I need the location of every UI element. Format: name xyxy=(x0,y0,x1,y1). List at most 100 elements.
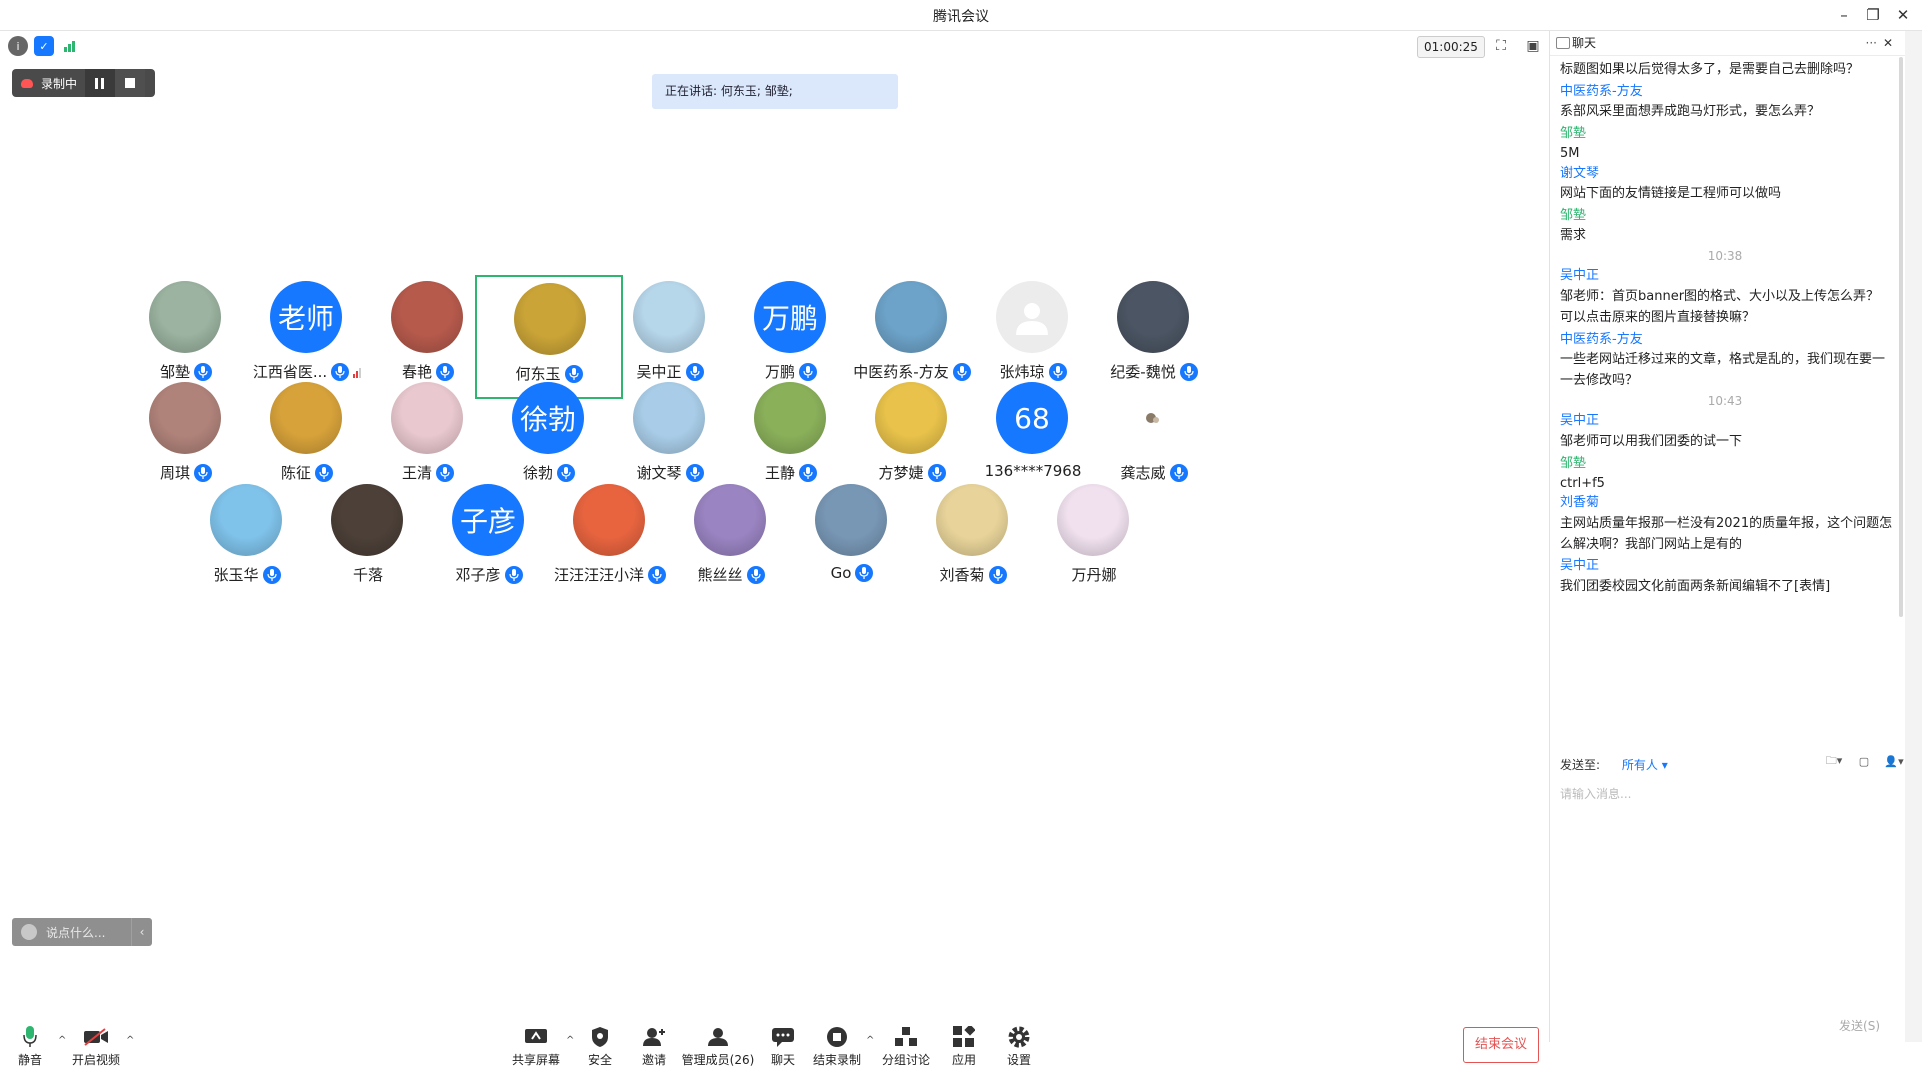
mic-icon xyxy=(504,565,523,584)
chat-sender-name: 邹墊 xyxy=(1560,126,1587,141)
meeting-info-bar: i ✓ xyxy=(8,36,80,58)
chat-input[interactable]: 请输入消息... xyxy=(1560,785,1631,802)
chat-sender-name: 邹墊 xyxy=(1560,208,1587,223)
chat-button[interactable]: 聊天 xyxy=(753,1025,813,1068)
mute-label: 静音 xyxy=(17,1053,42,1067)
participant-name: 邓子彦 xyxy=(455,566,501,584)
file-icon[interactable]: 🗀▾ xyxy=(1823,753,1845,769)
screenshot-icon[interactable]: ▢ xyxy=(1853,753,1875,769)
share-screen-label: 共享屏幕 xyxy=(511,1053,560,1067)
avatar: 子彦 xyxy=(452,484,524,556)
meeting-toolbar: 静音 ^ 开启视频 ^ 共享屏幕 ^ 安全 邀请 管理成员(26) 聊天 结束录… xyxy=(0,1007,1548,1073)
chat-message-text: 网站下面的友情链接是工程师可以做吗 xyxy=(1560,186,1782,201)
settings-label: 设置 xyxy=(1006,1053,1031,1067)
start-video-label: 开启视频 xyxy=(71,1053,120,1067)
avatar xyxy=(996,281,1068,353)
fullscreen-icon[interactable]: ⛶ xyxy=(1490,36,1512,56)
share-screen-button[interactable]: 共享屏幕 xyxy=(506,1025,566,1068)
breakout-rooms-button[interactable]: 分组讨论 xyxy=(876,1025,936,1068)
mic-icon xyxy=(988,565,1007,584)
close-button[interactable]: ✕ xyxy=(1891,4,1915,26)
stop-recording-button[interactable] xyxy=(115,69,146,97)
collapse-arrow-icon[interactable]: ‹ xyxy=(131,918,152,946)
video-options-caret[interactable]: ^ xyxy=(126,1035,134,1046)
avatar: 老师 xyxy=(270,281,342,353)
stop-recording-toolbar-button[interactable]: 结束录制 xyxy=(807,1025,867,1068)
window-title: 腾讯会议 xyxy=(933,9,989,25)
send-button[interactable]: 发送(S) xyxy=(1839,1017,1880,1034)
avatar xyxy=(149,382,221,454)
participant-name-row: 万丹娜 xyxy=(1020,564,1168,585)
avatar xyxy=(391,382,463,454)
quick-chat-placeholder: 说点什么... xyxy=(46,925,106,940)
stop-recording-label: 结束录制 xyxy=(812,1053,861,1067)
avatar xyxy=(391,281,463,353)
quick-chat-box[interactable]: 说点什么... ‹ xyxy=(12,918,152,946)
chat-header: 聊天 ··· ✕ xyxy=(1550,31,1922,1042)
send-to-row: 发送至: 所有人 ▾ xyxy=(1560,756,1668,773)
avatar xyxy=(875,382,947,454)
info-icon[interactable]: i xyxy=(8,36,28,56)
layout-toggle-icon[interactable]: ▣ xyxy=(1522,36,1544,56)
security-button[interactable]: 安全 xyxy=(570,1025,630,1068)
send-to-selector[interactable]: 所有人 ▾ xyxy=(1622,758,1668,772)
mute-button[interactable]: 静音 xyxy=(0,1025,60,1068)
mic-icon xyxy=(855,564,874,582)
avatar xyxy=(633,382,705,454)
avatar xyxy=(754,382,826,454)
participant-name: Go xyxy=(830,564,852,582)
breakout-rooms-label: 分组讨论 xyxy=(881,1053,930,1067)
network-signal-icon[interactable] xyxy=(60,36,80,56)
participant-name: 万丹娜 xyxy=(1071,566,1117,584)
avatar xyxy=(1117,382,1189,454)
active-speaker-banner: 正在讲话: 何东玉; 邹墊; xyxy=(652,74,898,109)
avatar xyxy=(210,484,282,556)
chat-message-text: 一去修改吗？ xyxy=(1560,373,1639,388)
avatar xyxy=(573,484,645,556)
chat-panel: 聊天 ··· ✕ 标题图如果以后觉得太多了，是需要自己去删除吗？ 中医药系-方友系… xyxy=(1549,31,1922,1042)
chat-message-text: 系部风采里面想弄成跑马灯形式，要怎么弄？ xyxy=(1560,104,1821,119)
chat-tools: 🗀▾ ▢ 👤▾ xyxy=(1823,753,1905,769)
chat-message-text: 邹老师可以用我们团委的试一下 xyxy=(1560,434,1743,449)
participant-tile[interactable]: 万丹娜 xyxy=(1020,478,1168,602)
chat-label: 聊天 xyxy=(770,1053,795,1067)
apps-button[interactable]: 应用 xyxy=(934,1025,994,1068)
meeting-stage: i ✓ 01:00:25 ⛶ ▣ 录制中 正在讲话: 何东玉; 邹墊; 邹墊 老师… xyxy=(0,31,1548,1067)
avatar xyxy=(331,484,403,556)
end-meeting-button[interactable]: 结束会议 xyxy=(1463,1027,1539,1063)
mention-user-icon[interactable]: 👤▾ xyxy=(1883,753,1905,769)
manage-members-button[interactable]: 管理成员(26) xyxy=(680,1025,756,1068)
side-panel-strip[interactable] xyxy=(1905,31,1922,1042)
mic-icon xyxy=(746,565,765,584)
recording-label: 录制中 xyxy=(41,76,78,91)
chat-timestamp: 10:43 xyxy=(1707,394,1743,408)
restore-button[interactable]: ❐ xyxy=(1861,4,1885,26)
settings-button[interactable]: 设置 xyxy=(989,1025,1049,1068)
shield-icon[interactable]: ✓ xyxy=(34,36,54,56)
security-label: 安全 xyxy=(587,1053,612,1067)
record-options-caret[interactable]: ^ xyxy=(866,1035,874,1046)
avatar: 万鹏 xyxy=(754,281,826,353)
apps-label: 应用 xyxy=(951,1053,976,1067)
chat-sender-name: 谢文琴 xyxy=(1560,166,1600,181)
minimize-button[interactable]: – xyxy=(1832,4,1856,26)
chat-scrollbar[interactable] xyxy=(1899,57,1903,617)
invite-button[interactable]: 邀请 xyxy=(624,1025,684,1068)
chat-sender-name: 吴中正 xyxy=(1560,268,1600,283)
more-options-icon[interactable]: ··· xyxy=(1866,31,1877,55)
start-video-button[interactable]: 开启视频 xyxy=(66,1025,126,1068)
mic-icon xyxy=(1169,463,1188,482)
chat-title: 聊天 xyxy=(1572,36,1597,50)
chat-sender-name: 邹墊 xyxy=(1560,456,1587,471)
close-chat-icon[interactable]: ✕ xyxy=(1883,31,1893,55)
manage-members-label: 管理成员(26) xyxy=(681,1053,755,1067)
chat-message-text: 5M xyxy=(1560,146,1580,161)
chat-timestamp: 10:38 xyxy=(1707,249,1743,263)
avatar xyxy=(875,281,947,353)
chat-message-text: 么解决啊？我部门网站上是有的 xyxy=(1560,537,1743,552)
chat-message-text: 邹老师：首页banner图的格式、大小以及上传怎么弄？ xyxy=(1560,289,1880,304)
emoji-icon[interactable] xyxy=(21,924,37,940)
chat-sender-name: 刘香菊 xyxy=(1560,495,1600,510)
pause-recording-button[interactable] xyxy=(85,69,116,97)
recording-indicator: 录制中 xyxy=(12,69,155,97)
